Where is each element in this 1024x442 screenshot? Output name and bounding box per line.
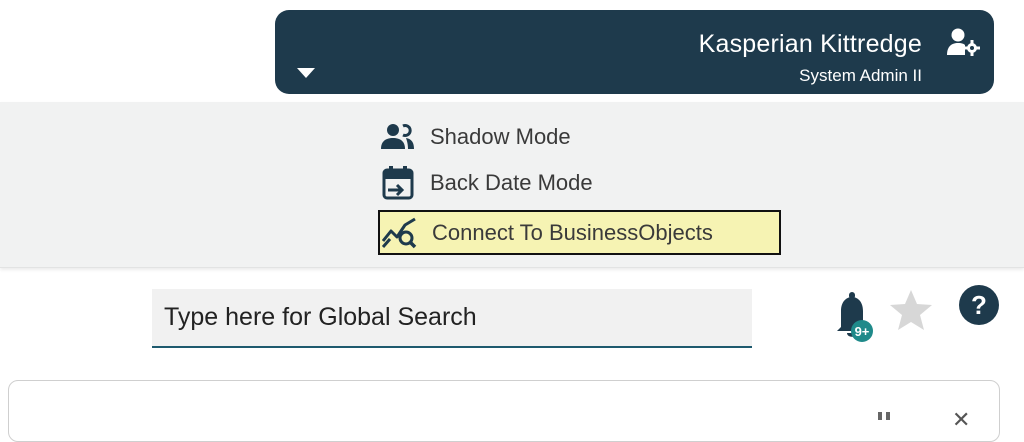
user-role: System Admin II <box>799 66 922 85</box>
users-icon <box>380 120 416 154</box>
star-icon[interactable] <box>888 288 934 332</box>
menu-item-label: Connect To BusinessObjects <box>432 219 713 245</box>
notification-badge: 9+ <box>855 324 870 339</box>
menu-item-shadow-mode[interactable]: Shadow Mode <box>380 120 571 154</box>
global-search[interactable] <box>152 289 752 348</box>
svg-text:?: ? <box>971 290 987 320</box>
help-icon[interactable]: ? <box>958 284 1000 326</box>
content-card: ✕ <box>8 380 1000 442</box>
chart-search-icon <box>382 216 418 250</box>
user-gear-icon[interactable] <box>946 27 980 57</box>
bell-icon[interactable]: 9+ <box>825 289 879 345</box>
chevron-down-icon[interactable] <box>297 68 315 78</box>
grip-icon[interactable] <box>877 411 891 421</box>
calendar-back-icon <box>380 166 416 200</box>
menu-item-label: Back Date Mode <box>430 170 593 195</box>
menu-item-label: Shadow Mode <box>430 124 571 149</box>
close-icon[interactable]: ✕ <box>952 407 970 433</box>
search-input[interactable] <box>162 302 752 333</box>
menu-item-connect-businessobjects[interactable]: Connect To BusinessObjects <box>378 210 781 255</box>
menu-item-back-date-mode[interactable]: Back Date Mode <box>380 166 593 200</box>
user-menu-header[interactable]: Kasperian Kittredge System Admin II <box>275 10 994 94</box>
user-name: Kasperian Kittredge <box>698 30 922 58</box>
